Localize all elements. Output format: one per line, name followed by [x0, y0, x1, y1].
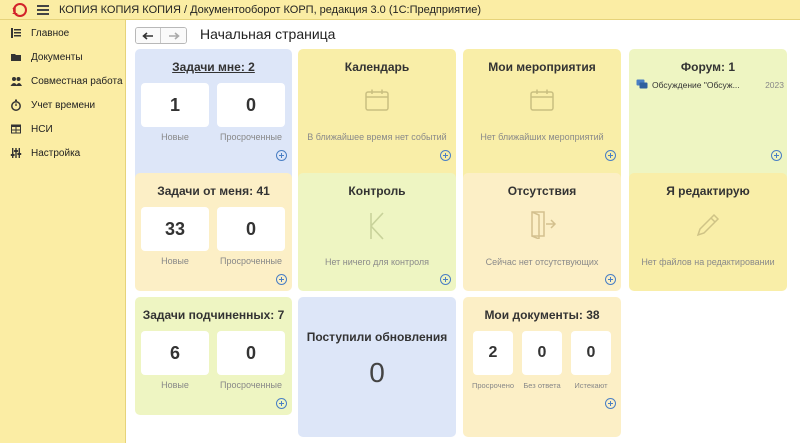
tile-tasks-from-me[interactable]: Задачи от меня: 41 33 0 Новые Просроченн… [135, 173, 292, 291]
expiring-docs-count[interactable]: 0 [571, 331, 611, 375]
pencil-icon [696, 213, 720, 237]
expiring-docs-label: Истекают [574, 381, 608, 390]
overdue-tasks-count[interactable]: 0 [217, 331, 285, 375]
add-document-icon[interactable] [605, 398, 616, 409]
sidebar-item-settings[interactable]: Настройка [0, 141, 125, 165]
absence-empty-text: Сейчас нет отсутствующих [485, 257, 599, 267]
overdue-docs-count[interactable]: 2 [473, 331, 513, 375]
overdue-tasks-count[interactable]: 0 [217, 207, 285, 251]
sidebar-item-label: Документы [31, 51, 83, 63]
new-label: Новые [161, 380, 189, 390]
calendar-icon [530, 89, 554, 111]
add-task-icon[interactable] [276, 398, 287, 409]
tile-subordinate-tasks[interactable]: Задачи подчиненных: 7 6 0 Новые Просроче… [135, 297, 292, 415]
sidebar-item-collaboration[interactable]: Совместная работа [0, 69, 125, 93]
title-bar: 1 КОПИЯ КОПИЯ КОПИЯ / Документооборот КО… [0, 0, 800, 20]
new-tasks-count[interactable]: 33 [141, 207, 209, 251]
forum-item-year: 2023 [765, 79, 784, 90]
discussion-icon [636, 79, 648, 89]
main-content: Начальная страница Задачи мне: 2 1 0 Нов… [126, 20, 800, 443]
tile-title: Контроль [348, 184, 406, 198]
tile-tasks-to-me[interactable]: Задачи мне: 2 1 0 Новые Просроченные [135, 49, 292, 189]
tile-absence[interactable]: Отсутствия Сейчас нет отсутствующих [463, 173, 621, 291]
overdue-tasks-count[interactable]: 0 [217, 83, 285, 127]
sidebar-item-time-tracking[interactable]: Учет времени [0, 93, 125, 117]
tile-control[interactable]: Контроль Нет ничего для контроля [298, 173, 456, 291]
updates-count[interactable]: 0 [298, 357, 456, 389]
forum-item[interactable]: Обсуждение "Обсуж... 2023 [636, 79, 784, 90]
tile-title: Мои мероприятия [488, 60, 596, 74]
tile-my-documents[interactable]: Мои документы: 38 2 0 0 Просрочено Без о… [463, 297, 621, 437]
tile-editing[interactable]: Я редактирую Нет файлов на редактировани… [629, 173, 787, 291]
editing-empty-text: Нет файлов на редактировании [641, 257, 775, 267]
overdue-label: Просроченные [220, 380, 282, 390]
tile-title[interactable]: Задачи от меня: 41 [135, 184, 292, 198]
tile-title: Календарь [344, 60, 410, 74]
sidebar-item-main[interactable]: Главное [0, 21, 125, 45]
add-task-icon[interactable] [276, 150, 287, 161]
tile-title: Я редактирую [666, 184, 750, 198]
back-button[interactable] [136, 28, 161, 43]
stopwatch-icon [10, 99, 22, 111]
control-empty-text: Нет ничего для контроля [324, 257, 430, 267]
sidebar-item-label: НСИ [31, 123, 53, 135]
overdue-docs-label: Просрочено [471, 381, 515, 390]
list-icon [10, 27, 22, 39]
control-k-icon [370, 212, 384, 240]
sliders-icon [10, 147, 22, 159]
page-title: Начальная страница [200, 26, 336, 42]
people-icon [10, 75, 22, 87]
tile-title: Форум: 1 [680, 60, 736, 74]
add-discussion-icon[interactable] [771, 150, 782, 161]
events-empty-text: Нет ближайших мероприятий [480, 132, 604, 142]
svg-text:1: 1 [12, 6, 18, 17]
add-event-icon[interactable] [440, 150, 451, 161]
sidebar-item-documents[interactable]: Документы [0, 45, 125, 69]
1c-logo-icon: 1 [9, 2, 31, 17]
arrow-right-icon [168, 31, 180, 40]
window-title: КОПИЯ КОПИЯ КОПИЯ / Документооборот КОРП… [59, 3, 482, 16]
new-tasks-count[interactable]: 6 [141, 331, 209, 375]
add-meeting-icon[interactable] [605, 150, 616, 161]
sidebar-item-nsi[interactable]: НСИ [0, 117, 125, 141]
tile-updates[interactable]: Поступили обновления 0 [298, 297, 456, 437]
tile-title: Отсутствия [507, 184, 577, 198]
new-tasks-count[interactable]: 1 [141, 83, 209, 127]
tile-title[interactable]: Задачи мне: 2 [135, 60, 292, 74]
forum-item-title[interactable]: Обсуждение "Обсуж... [652, 80, 740, 90]
tile-forum[interactable]: Форум: 1 Обсуждение "Обсуж... 2023 [629, 49, 787, 189]
sidebar-item-label: Совместная работа [31, 75, 123, 87]
tile-title[interactable]: Задачи подчиненных: 7 [135, 308, 292, 322]
tile-title: Поступили обновления [306, 330, 448, 344]
tile-my-events[interactable]: Мои мероприятия Нет ближайших мероприяти… [463, 49, 621, 189]
exit-door-icon [531, 211, 557, 239]
no-answer-docs-count[interactable]: 0 [522, 331, 562, 375]
overdue-label: Просроченные [220, 256, 282, 266]
folder-icon [10, 51, 22, 63]
sidebar-item-label: Главное [31, 27, 70, 39]
table-icon [10, 123, 22, 135]
tile-calendar[interactable]: Календарь В ближайшее время нет событий [298, 49, 456, 189]
add-absence-icon[interactable] [605, 274, 616, 285]
tile-title[interactable]: Мои документы: 38 [463, 308, 621, 322]
new-label: Новые [161, 256, 189, 266]
calendar-empty-text: В ближайшее время нет событий [307, 132, 447, 142]
arrow-left-icon [142, 31, 153, 40]
overdue-label: Просроченные [220, 132, 282, 142]
add-control-icon[interactable] [440, 274, 451, 285]
sidebar: Главное Документы Совместная работа Учет… [0, 20, 126, 443]
sidebar-item-label: Учет времени [31, 99, 96, 111]
new-label: Новые [161, 132, 189, 142]
add-task-icon[interactable] [276, 274, 287, 285]
forward-button[interactable] [161, 28, 186, 43]
history-nav [135, 27, 187, 44]
menu-icon[interactable] [37, 4, 49, 15]
no-answer-docs-label: Без ответа [523, 381, 561, 390]
calendar-icon [365, 89, 389, 111]
sidebar-item-label: Настройка [31, 147, 81, 159]
